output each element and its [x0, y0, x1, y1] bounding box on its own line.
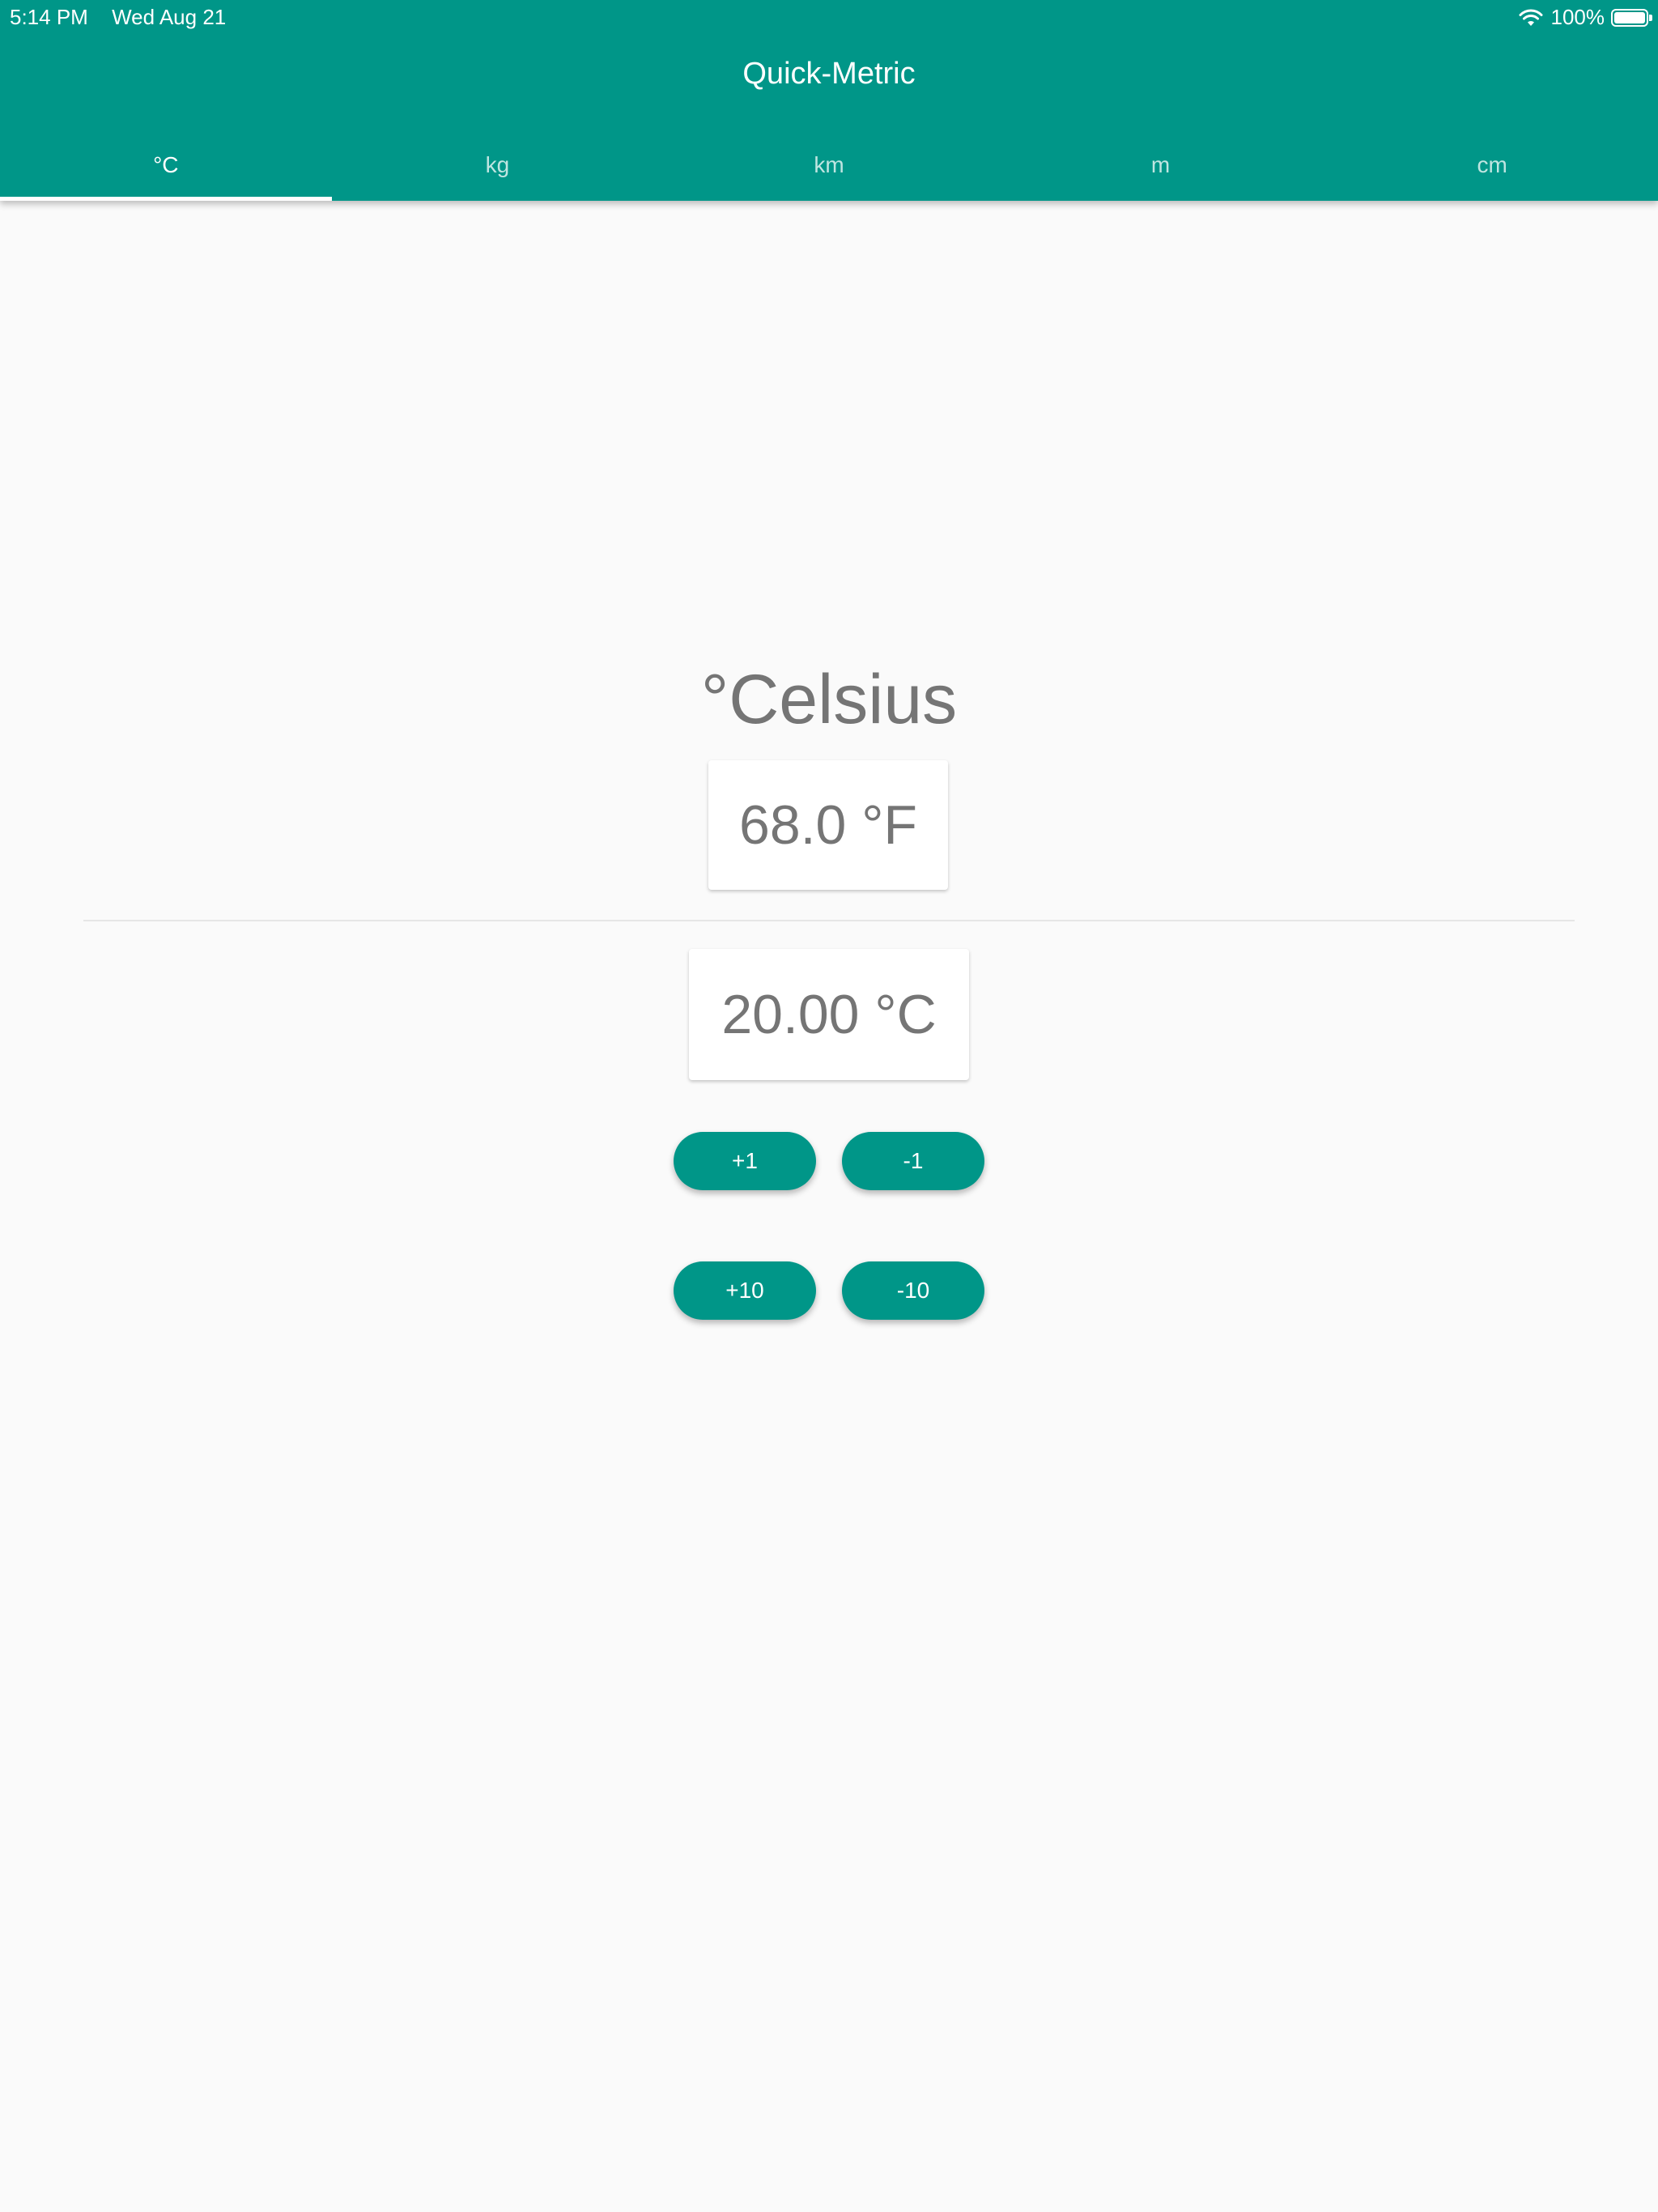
- tab-kg[interactable]: kg: [332, 130, 664, 201]
- tab-m[interactable]: m: [995, 130, 1327, 201]
- button-label: +10: [725, 1278, 764, 1303]
- tab-label: cm: [1477, 152, 1507, 177]
- unit-title: °Celsius: [700, 661, 958, 738]
- status-date: Wed Aug 21: [112, 5, 227, 29]
- decrement-one-button[interactable]: -1: [842, 1132, 984, 1190]
- battery-icon: [1611, 8, 1652, 27]
- status-right: 100%: [1519, 5, 1652, 30]
- decrement-ten-button[interactable]: -10: [842, 1261, 984, 1320]
- celsius-value: 20.00 °C: [721, 984, 937, 1045]
- converter-content: [0, 201, 1658, 2212]
- app-bar: 5:14 PM Wed Aug 21 100% Quick-Metric °C …: [0, 0, 1658, 201]
- tab-label: km: [814, 152, 844, 177]
- tab-bar: °C kg km m cm: [0, 130, 1658, 201]
- wifi-icon: [1519, 9, 1542, 26]
- button-label: +1: [732, 1148, 758, 1173]
- increment-one-button[interactable]: +1: [674, 1132, 816, 1190]
- button-label: -1: [903, 1148, 924, 1173]
- tab-label: kg: [485, 152, 510, 177]
- button-label: -10: [896, 1278, 930, 1303]
- tab-label: °C: [153, 152, 179, 177]
- battery-percentage: 100%: [1550, 5, 1605, 29]
- tab-km[interactable]: km: [663, 130, 995, 201]
- active-tab-indicator: [0, 197, 332, 201]
- tab-celsius[interactable]: °C: [0, 130, 332, 201]
- fahrenheit-value: 68.0 °F: [739, 794, 917, 856]
- celsius-value-card[interactable]: 20.00 °C: [689, 949, 969, 1080]
- status-time: 5:14 PM: [10, 5, 88, 29]
- app-title: Quick-Metric: [742, 57, 916, 91]
- fahrenheit-value-card: 68.0 °F: [708, 760, 948, 890]
- tab-label: m: [1150, 152, 1171, 177]
- increment-ten-button[interactable]: +10: [674, 1261, 816, 1320]
- status-left: 5:14 PM Wed Aug 21: [10, 5, 226, 30]
- status-bar: 5:14 PM Wed Aug 21 100%: [0, 0, 1658, 32]
- tab-cm[interactable]: cm: [1326, 130, 1658, 201]
- divider: [83, 920, 1575, 921]
